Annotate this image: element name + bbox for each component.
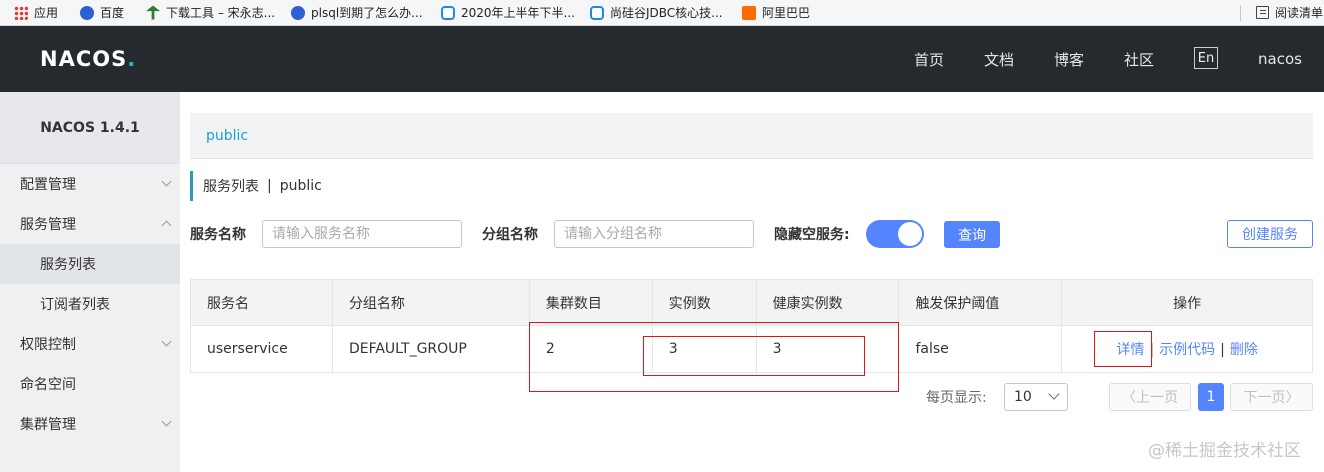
- bookmark-apps[interactable]: 应用: [14, 0, 58, 26]
- tv-icon: [590, 5, 604, 20]
- delete-link[interactable]: 删除: [1230, 342, 1258, 358]
- bookmark-2020[interactable]: 2020年上半年下半...: [441, 0, 575, 26]
- service-name-input[interactable]: [262, 220, 462, 248]
- hide-empty-label: 隐藏空服务:: [774, 227, 850, 243]
- sidebar-item-cluster[interactable]: 集群管理: [0, 404, 180, 444]
- watermark: @稀土掘金技术社区: [1148, 441, 1301, 461]
- table-row: userservice DEFAULT_GROUP 2 3 3 false 详情…: [190, 325, 1313, 373]
- sidebar: NACOS 1.4.1 配置管理 服务管理 服务列表 订阅者列表 权限控制 命名…: [0, 92, 180, 472]
- next-page-button[interactable]: 下一页〉: [1230, 383, 1313, 411]
- query-button[interactable]: 查询: [944, 221, 1000, 248]
- nav-community[interactable]: 社区: [1124, 26, 1154, 92]
- chevron-down-icon: [161, 336, 172, 347]
- sidebar-item-auth[interactable]: 权限控制: [0, 324, 180, 364]
- cell-instances: 3: [651, 325, 757, 373]
- chevron-left-icon: 〈: [1122, 390, 1136, 406]
- top-header: NACOS. 首页 文档 博客 社区 En nacos: [0, 26, 1324, 92]
- tv-icon: [441, 5, 455, 20]
- group-name-input[interactable]: [554, 220, 754, 248]
- cell-clusters: 2: [528, 325, 653, 373]
- apps-grid-icon: [14, 5, 28, 20]
- page-number-current[interactable]: 1: [1198, 383, 1224, 411]
- prev-page-button[interactable]: 〈上一页: [1109, 383, 1191, 411]
- cell-threshold: false: [898, 325, 1063, 373]
- col-protect-threshold: 触发保护阈值: [898, 279, 1063, 326]
- sample-code-link[interactable]: 示例代码: [1159, 342, 1215, 358]
- cell-service: userservice: [190, 325, 333, 373]
- user-menu[interactable]: nacos: [1258, 26, 1302, 92]
- page-title: 服务列表 | public: [190, 171, 322, 201]
- alibaba-icon: [742, 5, 756, 20]
- bookmark-download-tools[interactable]: 下载工具 – 宋永志...: [146, 0, 275, 26]
- bookmarks-bar: 应用 百度 下载工具 – 宋永志... plsql到期了怎么办... 2020年…: [0, 0, 1324, 26]
- reading-list[interactable]: 阅读清单: [1256, 0, 1323, 26]
- tool-icon: [146, 5, 160, 20]
- namespace-bar: public: [190, 113, 1313, 159]
- sidebar-item-subscribers[interactable]: 订阅者列表: [0, 284, 180, 324]
- service-table: 服务名 分组名称 集群数目 实例数 健康实例数 触发保护阈值 操作 userse…: [190, 279, 1313, 373]
- reading-list-icon: [1256, 6, 1269, 19]
- baidu-paw-icon: [80, 5, 94, 20]
- sidebar-item-config[interactable]: 配置管理: [0, 164, 180, 204]
- col-group-name: 分组名称: [331, 279, 530, 326]
- col-operations: 操作: [1061, 279, 1313, 326]
- chevron-up-icon: [161, 220, 172, 231]
- hide-empty-toggle[interactable]: [866, 220, 924, 248]
- language-switch[interactable]: En: [1194, 47, 1218, 69]
- create-service-button[interactable]: 创建服务: [1227, 220, 1313, 248]
- chevron-down-icon: [161, 416, 172, 427]
- chevron-right-icon: 〉: [1285, 390, 1300, 406]
- table-header: 服务名 分组名称 集群数目 实例数 健康实例数 触发保护阈值 操作: [190, 279, 1313, 326]
- toggle-knob: [898, 222, 922, 246]
- group-name-label: 分组名称: [482, 227, 538, 243]
- bookmark-jdbc[interactable]: 尚硅谷JDBC核心技...: [590, 0, 723, 26]
- bookmark-alibaba[interactable]: 阿里巴巴: [742, 0, 810, 26]
- col-service-name: 服务名: [190, 279, 333, 326]
- cell-operations: 详情 | 示例代码 | 删除: [1061, 325, 1313, 373]
- per-page-label: 每页显示:: [926, 390, 987, 406]
- bookmark-baidu[interactable]: 百度: [80, 0, 124, 26]
- version-label: NACOS 1.4.1: [0, 92, 180, 164]
- per-page-select[interactable]: 10: [1004, 383, 1068, 411]
- baidu-paw-icon: [291, 5, 305, 20]
- sidebar-item-service[interactable]: 服务管理: [0, 204, 180, 244]
- nacos-logo[interactable]: NACOS.: [40, 47, 136, 71]
- service-name-label: 服务名称: [190, 227, 246, 243]
- col-healthy-count: 健康实例数: [755, 279, 900, 326]
- nav-blog[interactable]: 博客: [1054, 26, 1084, 92]
- nav-docs[interactable]: 文档: [984, 26, 1014, 92]
- sidebar-item-namespace[interactable]: 命名空间: [0, 364, 180, 404]
- cell-group: DEFAULT_GROUP: [331, 325, 530, 373]
- sidebar-item-service-list[interactable]: 服务列表: [0, 244, 180, 284]
- bookmarks-divider: [1240, 5, 1241, 21]
- col-cluster-count: 集群数目: [528, 279, 653, 326]
- nav-home[interactable]: 首页: [914, 26, 944, 92]
- col-instance-count: 实例数: [651, 279, 757, 326]
- detail-link[interactable]: 详情: [1116, 342, 1144, 358]
- namespace-tab-public[interactable]: public: [206, 128, 248, 144]
- cell-healthy: 3: [755, 325, 900, 373]
- bookmark-plsql[interactable]: plsql到期了怎么办...: [291, 0, 423, 26]
- chevron-down-icon: [1048, 388, 1060, 400]
- chevron-down-icon: [161, 176, 172, 187]
